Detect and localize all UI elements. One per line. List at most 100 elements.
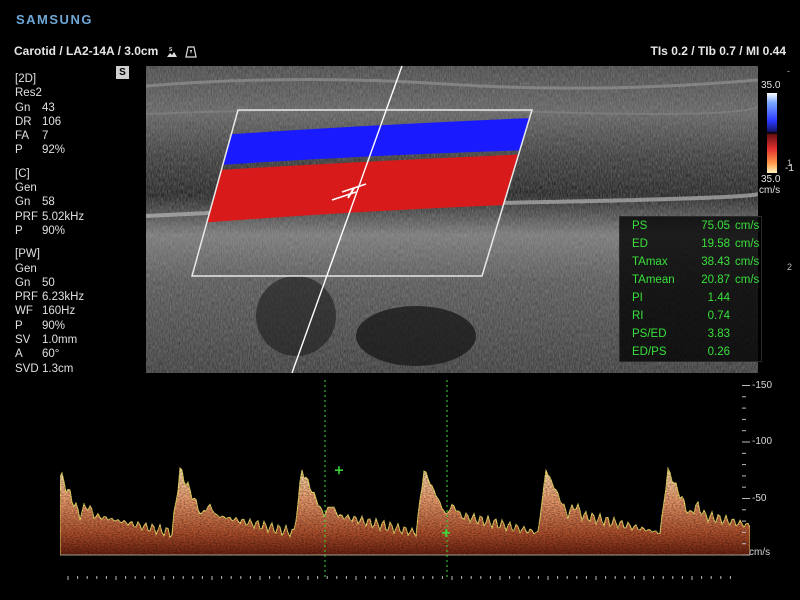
param-value: 106 [42, 115, 62, 128]
color-scale-unit: cm/s [759, 185, 781, 196]
param-value: 5.02kHz [42, 210, 85, 223]
spectral-doppler [60, 380, 750, 580]
measure-value: 0.26 [707, 346, 730, 358]
measurement-row: PS 75.05 cm/s [620, 217, 761, 235]
params-2d-title: [2D] [15, 73, 37, 85]
params-c-preset: Gen [15, 182, 37, 195]
measure-label: PS/ED [632, 328, 667, 340]
param-value: 90% [42, 224, 66, 237]
measure-unit: cm/s [735, 256, 760, 268]
acoustic-indices: TIs 0.2 / TIb 0.7 / MI 0.44 [650, 44, 786, 58]
measure-label: PS [632, 220, 648, 232]
measure-value: 20.87 [701, 274, 730, 286]
param-key: Gn [15, 101, 31, 114]
color-scale-bar [767, 93, 777, 173]
param-value: 1.0mm [42, 334, 78, 347]
measure-label: PI [632, 292, 643, 304]
param-value: 60° [42, 348, 60, 361]
depth-tick: - [787, 66, 790, 76]
measure-value: 3.83 [707, 328, 730, 340]
time-axis [67, 576, 731, 580]
params-pw: [PW] Gen Gn 50 PRF 6.23kHz WF 160Hz P 90% SV… [15, 247, 125, 376]
harmonic-icon: S [166, 47, 177, 57]
params-color: [C] Gen Gn 58 PRF 5.02kHz P 90% [15, 167, 125, 238]
param-key: P [15, 224, 23, 237]
param-value: 58 [42, 196, 55, 209]
tissue-shadow [256, 276, 336, 356]
color-scale-max: 35.0 [761, 80, 781, 91]
mi-label: MI [745, 44, 760, 58]
measurement-row: ED/PS 0.26 [620, 343, 761, 361]
parameter-panel: [2D] Res2 Gn 43 DR 106 FA 7 P 92% [C] Gen Gn… [15, 72, 125, 385]
scan-mode-badge[interactable]: S [116, 66, 129, 79]
param-key: SVD [15, 362, 39, 375]
param-key: DR [15, 115, 32, 128]
params-pw-preset: Gen [15, 262, 37, 275]
velocity-label: -150 [752, 380, 773, 391]
measure-unit [730, 289, 735, 307]
param-key: Gn [15, 196, 31, 209]
measure-unit [730, 325, 735, 343]
velocity-label: -50 [752, 493, 767, 504]
params-c-title: [C] [15, 167, 30, 180]
measurement-panel: PS 75.05 cm/s ED 19.58 cm/s TAmax 38.43 cm/s T… [619, 216, 762, 362]
spectral-unit: cm/s [749, 547, 771, 558]
measurement-row: PS/ED 3.83 [620, 325, 761, 343]
tib-value: 0.7 [719, 44, 736, 58]
param-value: 1.3cm [42, 362, 74, 375]
param-value: 43 [42, 101, 55, 114]
measure-value: 19.58 [701, 238, 730, 250]
param-value: 6.23kHz [42, 291, 85, 304]
measure-value: 38.43 [701, 256, 730, 268]
depth-tick: 2 [787, 262, 793, 272]
brand-logo: SAMSUNG [16, 12, 93, 27]
param-key: P [15, 144, 23, 157]
params-pw-title: [PW] [15, 248, 40, 261]
measurement-row: RI 0.74 [620, 307, 761, 325]
measure-value: 1.44 [707, 292, 730, 304]
param-value: 50 [42, 276, 55, 289]
param-key: PRF [15, 210, 38, 223]
params-2d: [2D] Res2 Gn 43 DR 106 FA 7 P 92% [15, 72, 125, 158]
param-key: SV [15, 334, 31, 347]
tib-label: TIb [697, 44, 716, 58]
measure-label: RI [632, 310, 644, 322]
measure-unit [730, 343, 735, 361]
param-value: 160Hz [42, 305, 76, 318]
velocity-label: -100 [752, 436, 773, 447]
svg-text:S: S [169, 47, 173, 53]
param-key: PRF [15, 291, 38, 304]
measure-label: TAmean [632, 274, 675, 286]
param-value: 92% [42, 144, 66, 157]
measure-label: ED/PS [632, 346, 667, 358]
param-key: P [15, 319, 23, 332]
color-scale-min: 35.0 [761, 174, 781, 185]
param-value: 7 [42, 130, 49, 143]
tis-label: TIs [650, 44, 668, 58]
param-value: 90% [42, 319, 66, 332]
spectral-speckle [60, 380, 750, 555]
measurement-row: TAmean 20.87 cm/s [620, 271, 761, 289]
measure-unit: cm/s [735, 220, 760, 232]
measure-label: ED [632, 238, 648, 250]
measurement-row: TAmax 38.43 cm/s [620, 253, 761, 271]
param-key: FA [15, 130, 30, 143]
param-key: Gn [15, 276, 31, 289]
depth-tick: 1 [787, 158, 793, 168]
param-key: WF [15, 305, 33, 318]
tis-value: 0.2 [671, 44, 688, 58]
tissue-shadow [356, 306, 476, 366]
exam-info: Carotid / LA2-14A / 3.0cm [14, 44, 159, 58]
measurement-row: ED 19.58 cm/s [620, 235, 761, 253]
probe-icon [185, 46, 197, 58]
measurement-row: PI 1.44 [620, 289, 761, 307]
spectral-waveform [60, 380, 750, 556]
measure-unit: cm/s [735, 238, 760, 250]
measure-unit: cm/s [735, 274, 760, 286]
measure-value: 0.74 [707, 310, 730, 322]
measure-label: TAmax [632, 256, 668, 268]
params-2d-preset: Res2 [15, 87, 42, 100]
mi-value: 0.44 [762, 44, 786, 58]
measure-value: 75.05 [701, 220, 730, 232]
measure-unit [730, 307, 735, 325]
